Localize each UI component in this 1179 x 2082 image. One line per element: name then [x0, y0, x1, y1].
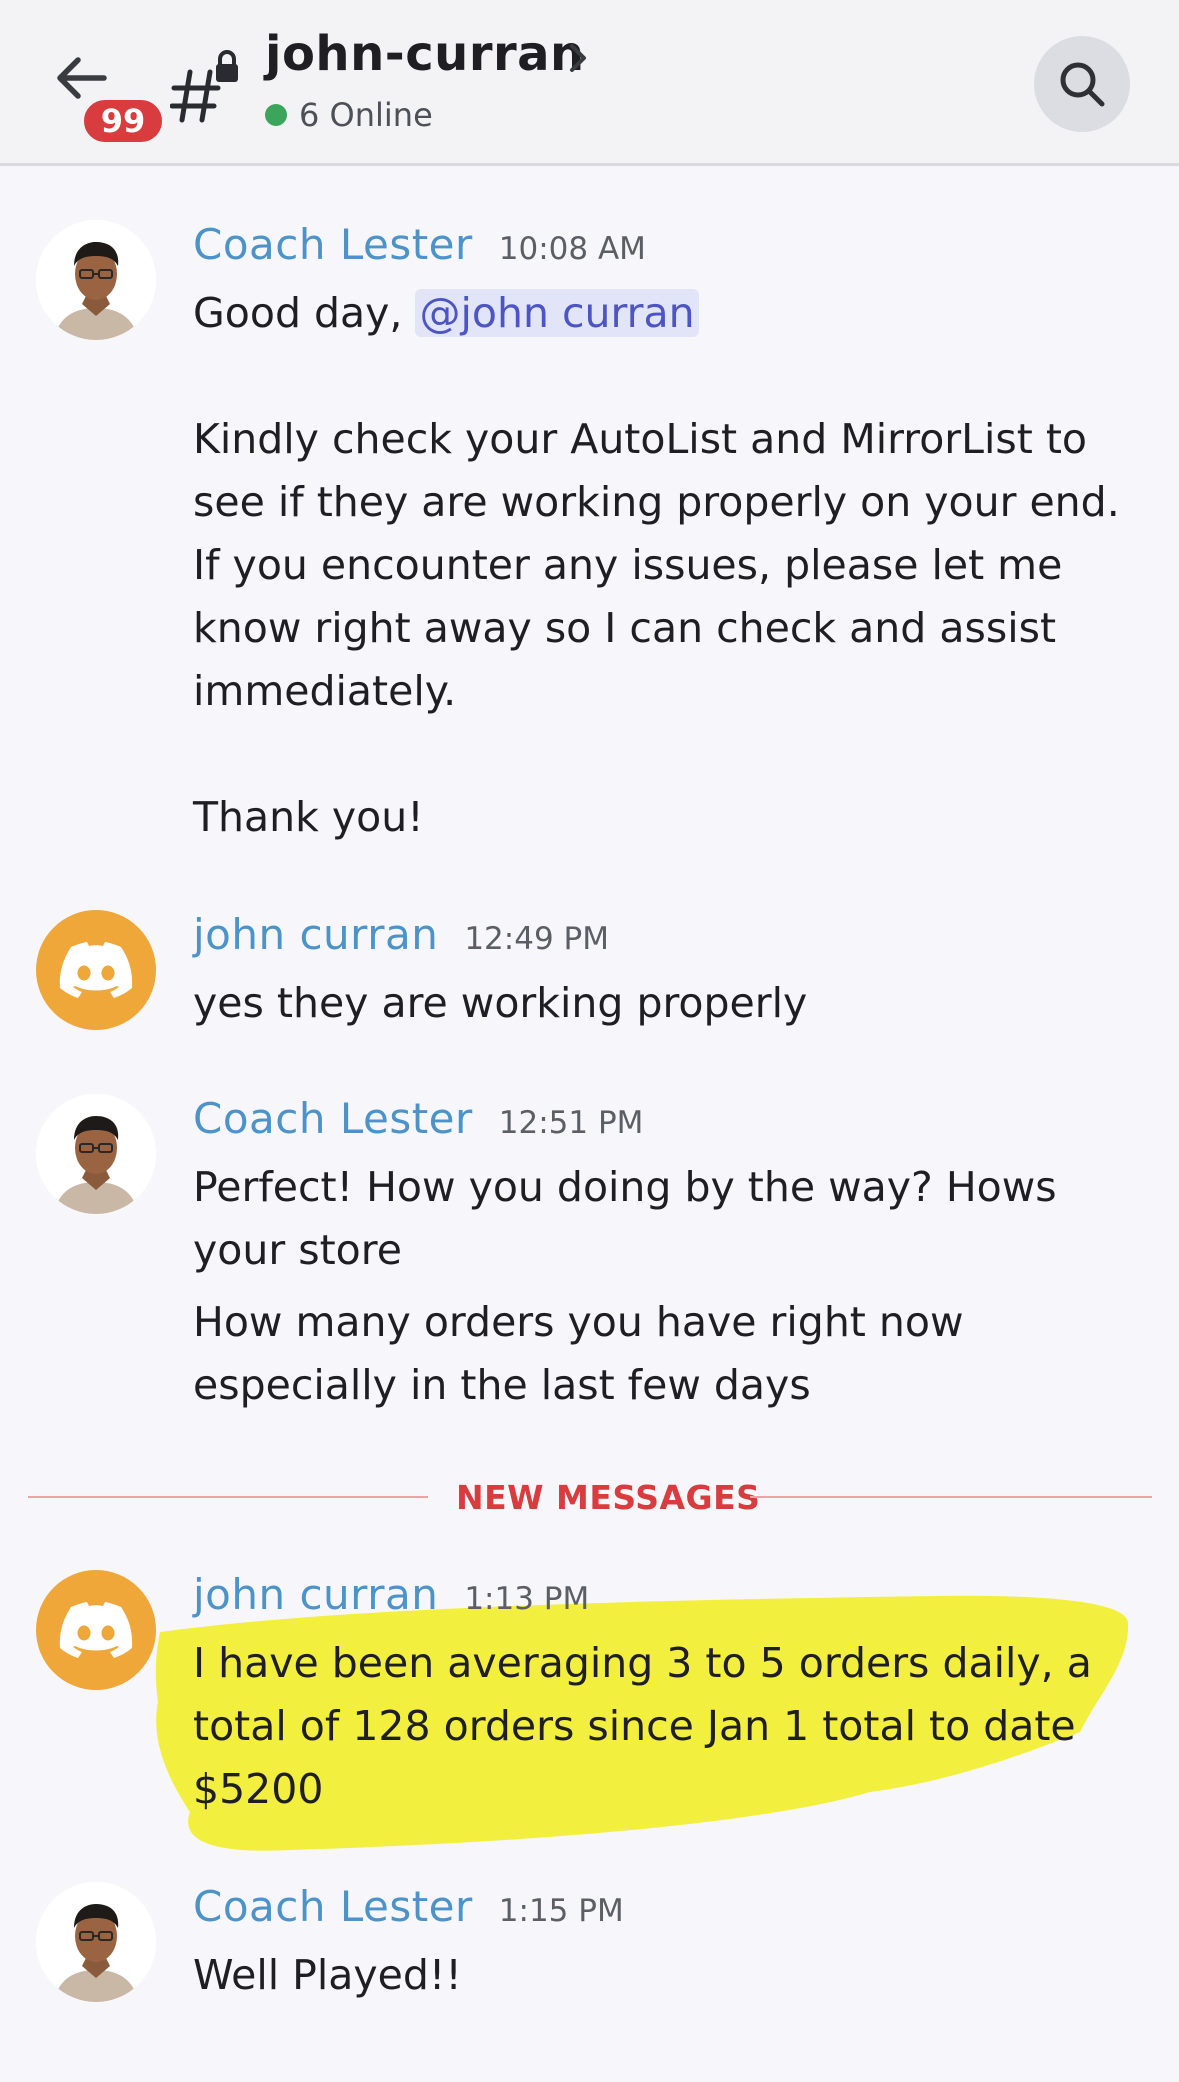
avatar[interactable]: [36, 1882, 156, 2002]
message-header: john curran 12:49 PM: [193, 910, 609, 959]
author-name[interactable]: john curran: [193, 910, 438, 959]
author-name[interactable]: Coach Lester: [193, 1094, 473, 1143]
online-count: 6 Online: [299, 96, 433, 134]
avatar[interactable]: [36, 220, 156, 340]
discord-logo-icon: [59, 1602, 133, 1658]
locked-channel-icon: [169, 48, 246, 124]
message-text: I have been averaging 3 to 5 orders dail…: [193, 1639, 1092, 1813]
search-button[interactable]: [1034, 36, 1130, 132]
channel-name[interactable]: john-curran: [265, 26, 585, 82]
message-header: Coach Lester 12:51 PM: [193, 1094, 643, 1143]
message-paragraph: Kindly check your AutoList and MirrorLis…: [193, 415, 1120, 715]
user-mention[interactable]: @john curran: [415, 289, 699, 337]
search-icon: [1060, 62, 1105, 107]
timestamp: 12:49 PM: [464, 921, 609, 957]
author-name[interactable]: Coach Lester: [193, 1882, 473, 1931]
message-text: Well Played!!: [193, 1951, 462, 1999]
message-closing: Thank you!: [193, 793, 424, 841]
message-content: Good day, @john curran Kindly check your…: [193, 282, 1153, 849]
message-text: Perfect! How you doing by the way? Hows …: [193, 1163, 1057, 1274]
message-content: I have been averaging 3 to 5 orders dail…: [193, 1632, 1123, 1821]
user-photo-icon: [36, 1882, 156, 2002]
timestamp: 10:08 AM: [498, 231, 646, 267]
avatar[interactable]: [36, 910, 156, 1030]
author-name[interactable]: Coach Lester: [193, 220, 473, 269]
avatar[interactable]: [36, 1094, 156, 1214]
message-text: How many orders you have right now espec…: [193, 1298, 964, 1409]
online-dot-icon: [265, 104, 287, 126]
user-photo-icon: [36, 220, 156, 340]
message-content: Perfect! How you doing by the way? Hows …: [193, 1156, 1153, 1417]
message-content: Well Played!!: [193, 1944, 1153, 2007]
new-messages-divider: NEW MESSAGES: [28, 1478, 1152, 1518]
timestamp: 1:15 PM: [498, 1893, 624, 1929]
timestamp: 12:51 PM: [498, 1105, 644, 1141]
message-header: Coach Lester 1:15 PM: [193, 1882, 624, 1931]
discord-logo-icon: [59, 942, 133, 998]
message-content: yes they are working properly: [193, 972, 1153, 1035]
author-name[interactable]: john curran: [193, 1570, 438, 1619]
user-photo-icon: [36, 1094, 156, 1214]
unread-badge: 99: [80, 96, 166, 146]
divider-label: NEW MESSAGES: [456, 1478, 761, 1517]
message-header: Coach Lester 10:08 AM: [193, 220, 646, 269]
greeting-text: Good day,: [193, 289, 416, 337]
message-text: yes they are working properly: [193, 979, 808, 1027]
online-status: 6 Online: [265, 96, 433, 134]
message-header: john curran 1:13 PM: [193, 1570, 589, 1619]
channel-header: 99 john-curran 6 Online: [0, 0, 1179, 166]
timestamp: 1:13 PM: [464, 1581, 590, 1617]
avatar[interactable]: [36, 1570, 156, 1690]
chevron-right-icon[interactable]: [566, 40, 592, 76]
